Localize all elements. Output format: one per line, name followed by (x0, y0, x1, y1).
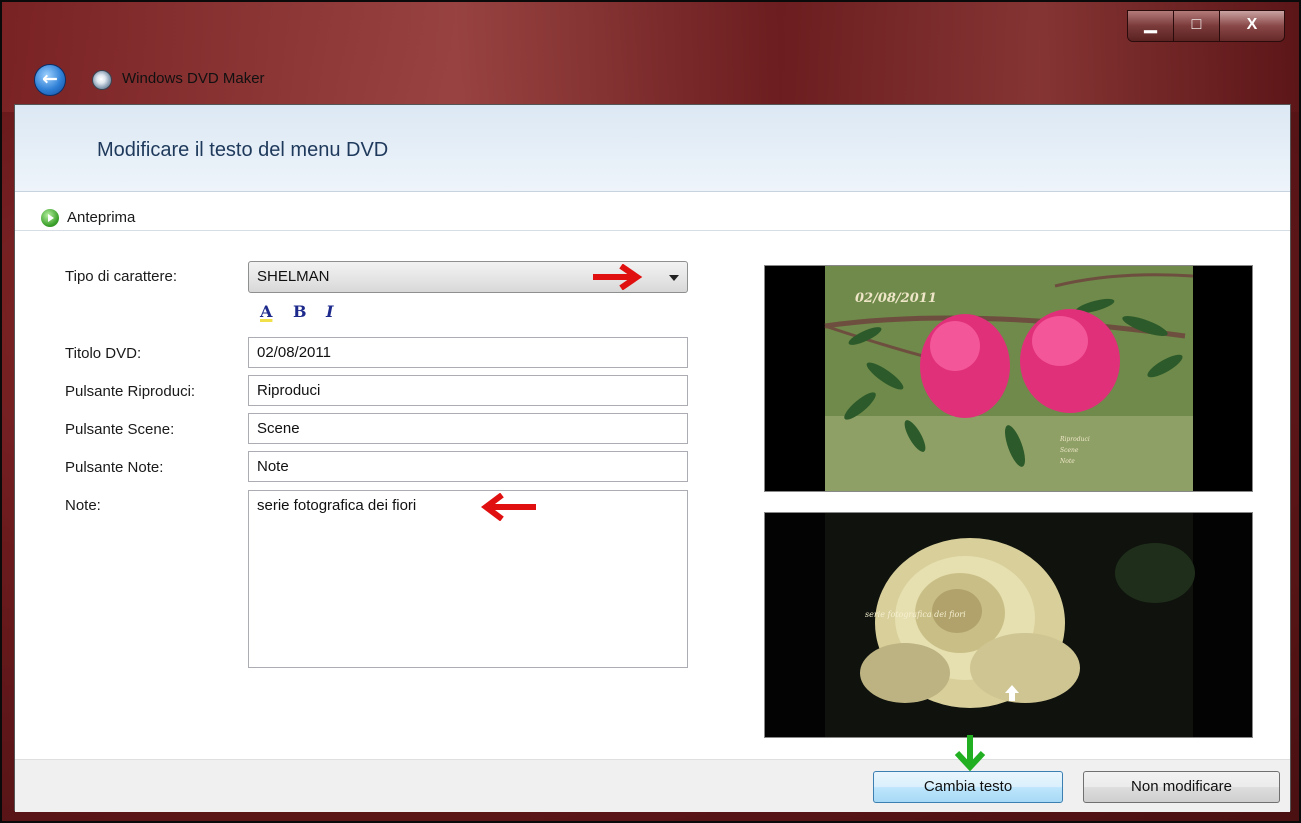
dvd-title-input[interactable]: 02/08/2011 (248, 337, 688, 368)
dvd-maker-icon (92, 70, 112, 90)
scenes-button-label: Pulsante Scene: (65, 421, 175, 438)
dvd-title-label: Titolo DVD: (65, 345, 142, 362)
window-frame: ← Windows DVD Maker ▁ □ X Modificare il … (0, 0, 1301, 823)
preview-menu-image: 02/08/2011 Riproduci Scene Note (764, 265, 1253, 492)
preview-notes-text: serie fotografica dei fiori (865, 610, 966, 619)
green-arrow-down-icon (954, 735, 986, 772)
preview-menu-item: Riproduci (1059, 436, 1090, 443)
font-label: Tipo di carattere: (65, 268, 177, 285)
page-title: Modificare il testo del menu DVD (97, 139, 389, 161)
window-controls: ▁ □ X (1127, 10, 1285, 42)
dialog-content: Modificare il testo del menu DVD Antepri… (14, 104, 1291, 812)
font-color-button[interactable]: A (260, 302, 272, 321)
change-text-button[interactable]: Cambia testo (873, 771, 1063, 803)
red-arrow-right-icon (593, 264, 643, 290)
flower-photo-top: 02/08/2011 Riproduci Scene Note (765, 266, 1252, 491)
back-arrow-icon[interactable]: ← (34, 64, 66, 96)
italic-button[interactable]: I (326, 302, 333, 321)
dont-change-button[interactable]: Non modificare (1083, 771, 1280, 803)
notes-button-input[interactable]: Note (248, 451, 688, 482)
play-icon[interactable] (41, 209, 59, 227)
close-button[interactable]: X (1220, 11, 1284, 41)
preview-title-text: 02/08/2011 (855, 291, 937, 306)
preview-link[interactable]: Anteprima (67, 209, 135, 226)
bold-button[interactable]: B (293, 302, 307, 321)
preview-menu-item: Note (1059, 458, 1075, 465)
scenes-button-input[interactable]: Scene (248, 413, 688, 444)
toolbar (15, 192, 1290, 231)
app-title: Windows DVD Maker (122, 70, 265, 87)
notes-button-label: Pulsante Note: (65, 459, 164, 476)
preview-notes-image: serie fotografica dei fiori (764, 512, 1253, 738)
chevron-down-icon[interactable] (669, 275, 679, 281)
rose-photo-bottom: serie fotografica dei fiori (765, 513, 1252, 737)
notes-label: Note: (65, 497, 101, 514)
red-arrow-left-icon (481, 493, 536, 521)
notes-textarea[interactable]: serie fotografica dei fiori (248, 490, 688, 668)
titlebar-background (2, 2, 1299, 112)
maximize-button[interactable]: □ (1174, 11, 1220, 41)
minimize-button[interactable]: ▁ (1128, 11, 1174, 41)
page-header: Modificare il testo del menu DVD (15, 105, 1290, 192)
play-button-label: Pulsante Riproduci: (65, 383, 196, 400)
font-select-value: SHELMAN (257, 268, 330, 285)
preview-menu-item: Scene (1060, 447, 1079, 454)
play-button-input[interactable]: Riproduci (248, 375, 688, 406)
